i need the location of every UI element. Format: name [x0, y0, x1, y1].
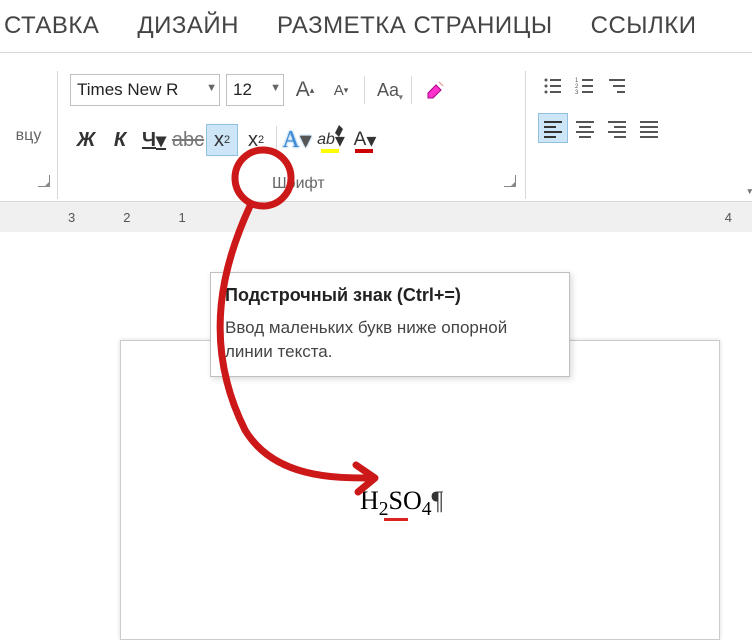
multilevel-list-button[interactable]: ▾: [602, 71, 632, 101]
ruler[interactable]: 3 2 1 4: [0, 202, 752, 232]
multilevel-list-icon: [607, 76, 627, 96]
font-group-label: Шрифт: [272, 175, 325, 193]
align-right-button[interactable]: [602, 113, 632, 143]
strikethrough-button[interactable]: abc: [172, 124, 204, 156]
numbered-list-button[interactable]: 123 ▾: [570, 71, 600, 101]
align-center-icon: [574, 118, 596, 138]
chevron-down-icon: ▼: [270, 82, 281, 94]
ruler-mark: 1: [178, 210, 185, 225]
chevron-down-icon: ▼: [206, 82, 217, 94]
underline-button[interactable]: Ч ▾: [138, 124, 170, 156]
ribbon: вцу Times New R ▼ 12 ▼ A▴ A▾ Aa ▾: [0, 53, 752, 199]
formula-so: SO: [389, 486, 422, 515]
tab-layout[interactable]: РАЗМЕТКА СТРАНИЦЫ: [277, 12, 553, 40]
clipboard-label-fragment: вцу: [0, 127, 57, 145]
superscript-button[interactable]: x2: [240, 124, 272, 156]
pilcrow-icon: ¶: [432, 486, 444, 515]
separator: [276, 126, 277, 154]
tooltip-title: Подстрочный знак (Ctrl+=): [225, 285, 555, 306]
font-color-button[interactable]: A ▾: [349, 124, 381, 156]
bold-button[interactable]: Ж: [70, 124, 102, 156]
highlighter-icon: [335, 125, 343, 137]
tooltip-body: Ввод маленьких букв ниже опорной линии т…: [225, 316, 555, 364]
tab-design[interactable]: ДИЗАЙН: [137, 12, 239, 40]
font-size-combo[interactable]: 12 ▼: [226, 74, 284, 106]
dialog-launcher-clipboard[interactable]: [38, 175, 50, 187]
align-center-button[interactable]: [570, 113, 600, 143]
highlight-button[interactable]: ab ▾: [315, 124, 347, 156]
align-right-icon: [606, 118, 628, 138]
ruler-mark: 2: [123, 210, 130, 225]
italic-button[interactable]: К: [104, 124, 136, 156]
align-justify-button[interactable]: [634, 113, 664, 143]
formula-sub4: 4: [422, 499, 432, 520]
change-case-button[interactable]: Aa ▾: [373, 75, 403, 105]
eraser-icon: [424, 79, 446, 101]
separator: [364, 76, 365, 104]
align-justify-icon: [638, 118, 660, 138]
dialog-launcher-font[interactable]: [504, 175, 516, 187]
align-left-icon: [542, 118, 564, 138]
bullet-list-icon: [543, 76, 563, 96]
font-name-combo[interactable]: Times New R ▼: [70, 74, 220, 106]
svg-text:3: 3: [575, 90, 579, 96]
ruler-mark: 4: [725, 210, 732, 225]
ruler-mark: 3: [68, 210, 75, 225]
subscript-button[interactable]: x2: [206, 124, 238, 156]
clear-formatting-button[interactable]: [420, 75, 450, 105]
ribbon-group-paragraph: ▾ 123 ▾ ▾: [526, 71, 726, 199]
separator: [411, 76, 412, 104]
spellcheck-underline: [384, 518, 408, 521]
tab-links[interactable]: ССЫЛКИ: [591, 12, 697, 40]
ribbon-tabs: СТАВКА ДИЗАЙН РАЗМЕТКА СТРАНИЦЫ ССЫЛКИ: [0, 0, 752, 50]
shrink-font-button[interactable]: A▾: [326, 75, 356, 105]
font-name-value: Times New R: [77, 80, 178, 100]
text-effects-button[interactable]: A ▾: [281, 124, 313, 156]
tab-insert[interactable]: СТАВКА: [4, 12, 99, 40]
font-size-value: 12: [233, 80, 252, 100]
tooltip-subscript: Подстрочный знак (Ctrl+=) Ввод маленьких…: [210, 272, 570, 377]
numbered-list-icon: 123: [575, 76, 595, 96]
grow-font-button[interactable]: A▴: [290, 75, 320, 105]
align-left-button[interactable]: [538, 113, 568, 143]
document-formula[interactable]: H2SO4¶: [360, 486, 443, 521]
formula-h: H: [360, 486, 379, 515]
bullet-list-button[interactable]: ▾: [538, 71, 568, 101]
